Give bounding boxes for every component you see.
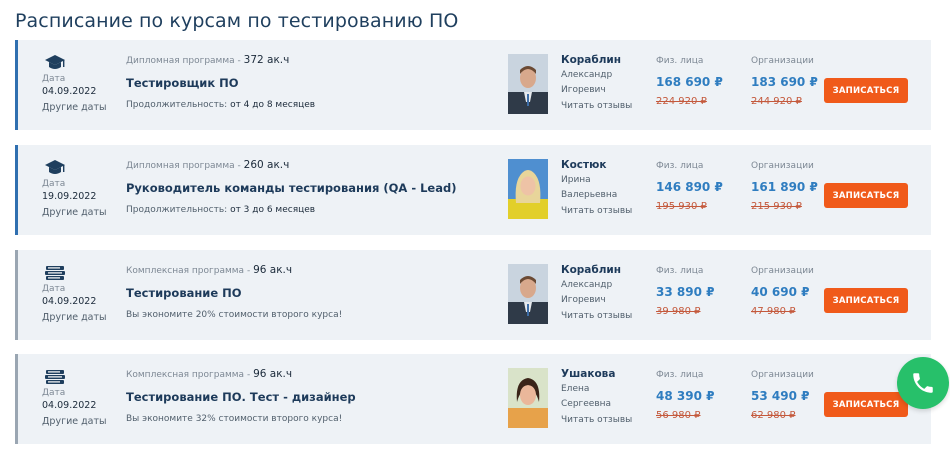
phone-icon bbox=[913, 373, 933, 393]
price-organization: 53 490 ₽ bbox=[751, 389, 810, 403]
date-label: Дата bbox=[42, 74, 66, 84]
other-dates-link[interactable]: Другие даты bbox=[42, 102, 107, 113]
course-duration: Продолжительность: от 4 до 8 месяцев bbox=[126, 100, 316, 110]
organizations-label: Организации bbox=[751, 56, 814, 66]
price-organization: 40 690 ₽ bbox=[751, 285, 810, 299]
other-dates-link[interactable]: Другие даты bbox=[42, 312, 107, 323]
organizations-label: Организации bbox=[751, 161, 814, 171]
price-organization-old: 47 980 ₽ bbox=[751, 306, 796, 317]
price-individual-old: 39 980 ₽ bbox=[656, 306, 701, 317]
course-title-link[interactable]: Тестирование ПО. Тест - дизайнер bbox=[126, 390, 356, 404]
date-label: Дата bbox=[42, 284, 66, 294]
course-title-link[interactable]: Руководитель команды тестирования (QA - … bbox=[126, 181, 456, 195]
teacher-avatar bbox=[508, 368, 548, 428]
teacher-middle-name: Игоревич bbox=[561, 295, 606, 305]
program-hours: 96 ак.ч bbox=[253, 368, 293, 380]
price-individual: 33 890 ₽ bbox=[656, 285, 715, 299]
read-reviews-link[interactable]: Читать отзывы bbox=[561, 311, 632, 321]
graduation-cap-icon bbox=[45, 55, 65, 69]
teacher-name-link[interactable]: Кораблин bbox=[561, 264, 621, 276]
program-type: Комплексная программа - 96 ак.ч bbox=[126, 264, 293, 276]
price-organization-old: 62 980 ₽ bbox=[751, 410, 796, 421]
course-date: 04.09.2022 bbox=[42, 296, 97, 307]
course-date: 04.09.2022 bbox=[42, 86, 97, 97]
graduation-cap-icon bbox=[45, 160, 65, 174]
enroll-button[interactable]: ЗАПИСАТЬСЯ bbox=[824, 392, 908, 417]
course-discount-note: Вы экономите 32% стоимости второго курса… bbox=[126, 414, 343, 424]
date-label: Дата bbox=[42, 388, 66, 398]
enroll-button[interactable]: ЗАПИСАТЬСЯ bbox=[824, 183, 908, 208]
read-reviews-link[interactable]: Читать отзывы bbox=[561, 206, 632, 216]
course-card: Дата 04.09.2022 Другие даты Дипломная пр… bbox=[15, 40, 931, 130]
books-stack-icon bbox=[45, 370, 65, 384]
course-duration: Продолжительность: от 3 до 6 месяцев bbox=[126, 205, 316, 215]
price-organization: 161 890 ₽ bbox=[751, 180, 818, 194]
call-button[interactable] bbox=[897, 357, 949, 409]
program-type: Дипломная программа - 372 ак.ч bbox=[126, 54, 290, 66]
course-card: Дата 04.09.2022 Другие даты Комплексная … bbox=[15, 250, 931, 340]
date-label: Дата bbox=[42, 179, 66, 189]
price-organization-old: 215 930 ₽ bbox=[751, 201, 802, 212]
price-individual: 146 890 ₽ bbox=[656, 180, 723, 194]
page-title: Расписание по курсам по тестированию ПО bbox=[15, 10, 459, 32]
price-organization-old: 244 920 ₽ bbox=[751, 96, 802, 107]
individuals-label: Физ. лица bbox=[656, 56, 704, 66]
course-title-link[interactable]: Тестирование ПО bbox=[126, 286, 242, 300]
program-hours: 96 ак.ч bbox=[253, 264, 293, 276]
price-individual-old: 224 920 ₽ bbox=[656, 96, 707, 107]
enroll-button[interactable]: ЗАПИСАТЬСЯ bbox=[824, 78, 908, 103]
individuals-label: Физ. лица bbox=[656, 370, 704, 380]
teacher-first-name: Елена bbox=[561, 384, 590, 394]
teacher-middle-name: Валерьевна bbox=[561, 190, 618, 200]
course-date: 04.09.2022 bbox=[42, 400, 97, 411]
other-dates-link[interactable]: Другие даты bbox=[42, 207, 107, 218]
program-hours: 372 ак.ч bbox=[243, 54, 290, 66]
price-individual-old: 56 980 ₽ bbox=[656, 410, 701, 421]
program-hours: 260 ак.ч bbox=[243, 159, 290, 171]
program-type: Комплексная программа - 96 ак.ч bbox=[126, 368, 293, 380]
teacher-avatar bbox=[508, 264, 548, 324]
price-individual: 168 690 ₽ bbox=[656, 75, 723, 89]
teacher-middle-name: Сергеевна bbox=[561, 399, 612, 409]
teacher-name-link[interactable]: Ушакова bbox=[561, 368, 615, 380]
price-individual: 48 390 ₽ bbox=[656, 389, 715, 403]
course-card: Дата 04.09.2022 Другие даты Комплексная … bbox=[15, 354, 931, 444]
teacher-first-name: Александр bbox=[561, 70, 613, 80]
enroll-button[interactable]: ЗАПИСАТЬСЯ bbox=[824, 288, 908, 313]
organizations-label: Организации bbox=[751, 266, 814, 276]
program-type: Дипломная программа - 260 ак.ч bbox=[126, 159, 290, 171]
course-discount-note: Вы экономите 20% стоимости второго курса… bbox=[126, 310, 343, 320]
course-card: Дата 19.09.2022 Другие даты Дипломная пр… bbox=[15, 145, 931, 235]
teacher-name-link[interactable]: Кораблин bbox=[561, 54, 621, 66]
price-individual-old: 195 930 ₽ bbox=[656, 201, 707, 212]
course-date: 19.09.2022 bbox=[42, 191, 97, 202]
individuals-label: Физ. лица bbox=[656, 161, 704, 171]
organizations-label: Организации bbox=[751, 370, 814, 380]
teacher-first-name: Ирина bbox=[561, 175, 591, 185]
books-stack-icon bbox=[45, 266, 65, 280]
price-organization: 183 690 ₽ bbox=[751, 75, 818, 89]
course-title-link[interactable]: Тестировщик ПО bbox=[126, 76, 239, 90]
read-reviews-link[interactable]: Читать отзывы bbox=[561, 101, 632, 111]
teacher-name-link[interactable]: Костюк bbox=[561, 159, 606, 171]
individuals-label: Физ. лица bbox=[656, 266, 704, 276]
other-dates-link[interactable]: Другие даты bbox=[42, 416, 107, 427]
teacher-first-name: Александр bbox=[561, 280, 613, 290]
read-reviews-link[interactable]: Читать отзывы bbox=[561, 415, 632, 425]
teacher-avatar bbox=[508, 159, 548, 219]
teacher-middle-name: Игоревич bbox=[561, 85, 606, 95]
teacher-avatar bbox=[508, 54, 548, 114]
